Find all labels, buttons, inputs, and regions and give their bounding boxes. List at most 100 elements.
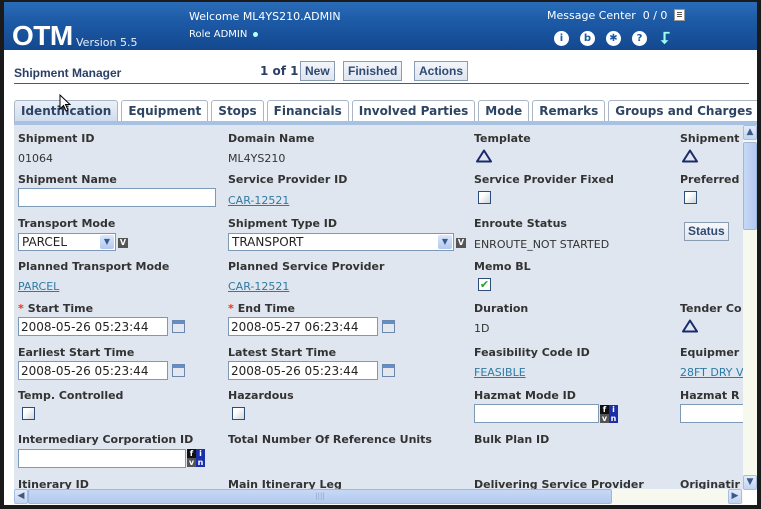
required-marker: *	[228, 302, 234, 315]
find-icon[interactable]: f	[600, 405, 609, 414]
vertical-scroll-thumb[interactable]	[743, 142, 757, 230]
chevron-down-icon[interactable]: ▼	[100, 235, 114, 249]
enroute-status-value: ENROUTE_NOT STARTED	[474, 238, 610, 251]
service-provider-fixed-checkbox[interactable]	[478, 191, 491, 204]
tab-stops[interactable]: Stops	[211, 100, 264, 121]
start-time-label: * Start Time	[18, 302, 93, 315]
planned-service-provider-link[interactable]: CAR-12521	[228, 280, 289, 293]
horizontal-scrollbar[interactable]: ◀ |||| ▶	[14, 489, 743, 504]
new-lookup-icon[interactable]: n	[609, 414, 618, 423]
service-provider-id-link[interactable]: CAR-12521	[228, 194, 289, 207]
memo-bl-checkbox[interactable]: ✔	[478, 278, 491, 291]
help-icon[interactable]: ?	[632, 31, 647, 46]
planned-service-provider-label: Planned Service Provider	[228, 260, 385, 273]
info-lookup-icon[interactable]: i	[196, 449, 205, 458]
calendar-icon[interactable]	[382, 364, 395, 377]
shipment-name-input[interactable]	[18, 188, 216, 207]
chevron-down-icon[interactable]: ▼	[438, 235, 452, 249]
bulk-plan-id-label: Bulk Plan ID	[474, 433, 550, 446]
scroll-right-button[interactable]: ▶	[728, 489, 742, 504]
equipment-link[interactable]: 28FT DRY V	[680, 366, 743, 379]
duration-value: 1D	[474, 322, 490, 335]
lookup-icon-group: f i v n	[600, 405, 618, 423]
transport-mode-label: Transport Mode	[18, 217, 116, 230]
scroll-left-button[interactable]: ◀	[14, 489, 28, 504]
view-icon[interactable]: v	[600, 414, 609, 423]
temp-controlled-checkbox[interactable]	[22, 407, 35, 420]
transport-mode-select[interactable]: PARCEL ▼	[18, 233, 116, 251]
total-reference-units-label: Total Number Of Reference Units	[228, 433, 432, 446]
view-badge-icon[interactable]: V	[118, 238, 128, 248]
domain-name-label: Domain Name	[228, 132, 315, 145]
template-label: Template	[474, 132, 531, 145]
hazmat-r-label: Hazmat R	[680, 389, 740, 402]
duration-label: Duration	[474, 302, 529, 315]
info-icon[interactable]: i	[554, 31, 569, 46]
calendar-icon[interactable]	[172, 320, 185, 333]
logout-arrow-icon[interactable]: ⮦	[658, 30, 673, 46]
planned-transport-mode-link[interactable]: PARCEL	[18, 280, 59, 293]
hazardous-checkbox[interactable]	[232, 407, 245, 420]
tab-groups-and-charges[interactable]: Groups and Charges	[608, 100, 757, 121]
info-lookup-icon[interactable]: i	[609, 405, 618, 414]
message-document-icon[interactable]	[673, 9, 685, 21]
view-badge-icon[interactable]: V	[456, 238, 466, 248]
intermediary-corporation-id-label: Intermediary Corporation ID	[18, 433, 194, 446]
new-button[interactable]: New	[300, 61, 335, 81]
tab-financials[interactable]: Financials	[266, 100, 349, 121]
page-title: Shipment Manager	[14, 66, 122, 80]
preferred-checkbox[interactable]	[684, 191, 697, 204]
latest-start-time-input[interactable]	[228, 361, 378, 380]
vertical-scrollbar[interactable]: ▲ ▼	[743, 125, 757, 490]
lookup-icon-group: f i v n	[187, 449, 205, 467]
earliest-start-time-input[interactable]	[18, 361, 168, 380]
hazmat-mode-id-label: Hazmat Mode ID	[474, 389, 576, 402]
otm-logo: OTM	[12, 20, 73, 51]
earliest-start-time-label: Earliest Start Time	[18, 346, 135, 359]
end-time-label: * End Time	[228, 302, 295, 315]
shipment-name-label: Shipment Name	[18, 173, 117, 186]
tab-mode[interactable]: Mode	[478, 100, 530, 121]
finished-button[interactable]: Finished	[343, 61, 403, 81]
shipment-type-id-select[interactable]: TRANSPORT ▼	[228, 233, 454, 251]
actions-button[interactable]: Actions	[414, 61, 469, 81]
header-icon-bar: i b ✱ ? ⮦	[554, 30, 673, 46]
end-time-label-text: End Time	[237, 302, 296, 315]
service-provider-fixed-label: Service Provider Fixed	[474, 173, 614, 186]
preferences-icon[interactable]: ✱	[606, 31, 621, 46]
scroll-down-button[interactable]: ▼	[743, 475, 757, 490]
scroll-up-button[interactable]: ▲	[743, 125, 757, 140]
title-divider	[14, 83, 749, 84]
feasibility-code-id-link[interactable]: FEASIBLE	[474, 366, 526, 379]
service-provider-id-label: Service Provider ID	[228, 173, 348, 186]
welcome-text: Welcome ML4YS210.ADMIN	[189, 10, 341, 23]
latest-start-time-label: Latest Start Time	[228, 346, 337, 359]
new-lookup-icon[interactable]: n	[196, 458, 205, 467]
intermediary-corporation-id-input[interactable]	[18, 449, 186, 468]
shipment-id-value: 01064	[18, 152, 53, 165]
message-count: 0 / 0	[642, 9, 668, 22]
enroute-status-label: Enroute Status	[474, 217, 567, 230]
shipment-type-id-value: TRANSPORT	[232, 235, 304, 249]
tender-co-label: Tender Co	[680, 302, 742, 315]
message-center-label: Message Center	[547, 9, 636, 22]
start-time-label-text: Start Time	[27, 302, 94, 315]
hazmat-r-input[interactable]	[680, 404, 743, 423]
tab-equipment[interactable]: Equipment	[121, 100, 209, 121]
mouse-pointer-icon	[59, 93, 72, 115]
calendar-icon[interactable]	[172, 364, 185, 377]
domain-name-value: ML4YS210	[228, 152, 286, 165]
status-button[interactable]: Status	[684, 222, 729, 241]
start-time-input[interactable]	[18, 317, 168, 336]
horizontal-scroll-thumb[interactable]: ||||	[28, 489, 612, 504]
message-center[interactable]: Message Center 0 / 0	[547, 9, 685, 22]
tab-involved-parties[interactable]: Involved Parties	[351, 100, 476, 121]
role-text: Role ADMIN	[189, 29, 248, 40]
end-time-input[interactable]	[228, 317, 378, 336]
calendar-icon[interactable]	[382, 320, 395, 333]
find-icon[interactable]: f	[187, 449, 196, 458]
hazmat-mode-id-input[interactable]	[474, 404, 599, 423]
tab-remarks[interactable]: Remarks	[532, 100, 606, 121]
bookmark-icon[interactable]: b	[580, 31, 595, 46]
view-icon[interactable]: v	[187, 458, 196, 467]
